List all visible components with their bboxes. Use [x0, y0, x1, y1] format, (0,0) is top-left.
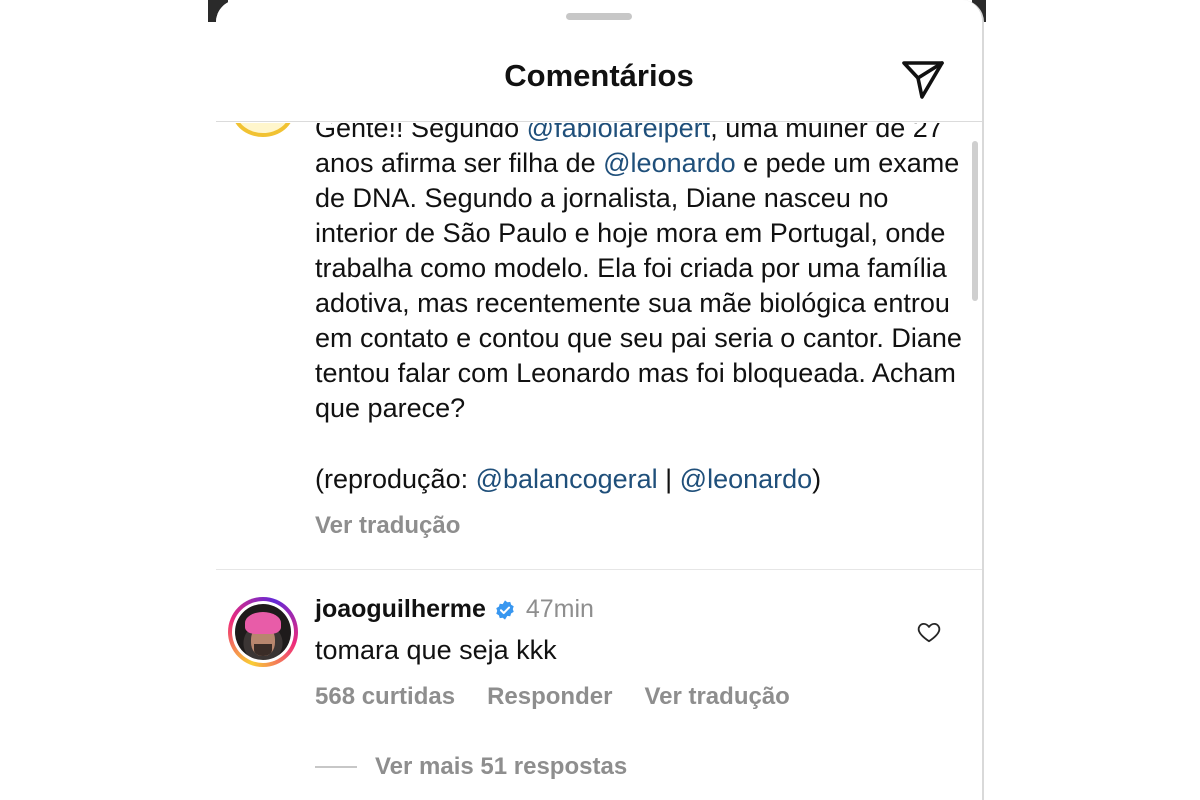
caption-text-start: Gente!! Segundo: [315, 123, 527, 143]
credit-suffix: ): [812, 464, 822, 494]
verified-badge-icon: [496, 599, 514, 620]
comment-username[interactable]: joaoguilherme: [315, 595, 486, 624]
credit-mention-leonardo[interactable]: @leonardo: [680, 464, 813, 494]
scrollbar-thumb[interactable]: [972, 141, 978, 301]
credit-separator: |: [657, 464, 680, 494]
divider: [216, 569, 982, 570]
comment-likes-count[interactable]: 568 curtidas: [315, 683, 455, 711]
drag-handle[interactable]: [566, 13, 632, 20]
heart-outline-icon[interactable]: [916, 619, 942, 645]
comments-sheet: Gente!! Segundo @fabiolareipert, uma mul…: [216, 0, 984, 800]
credit-prefix: (reprodução:: [315, 464, 476, 494]
comment-header: joaoguilherme 47min: [315, 595, 594, 624]
caption-author-avatar[interactable]: [232, 123, 294, 137]
comment-reply-button[interactable]: Responder: [487, 683, 612, 711]
view-more-replies-button[interactable]: Ver mais 51 respostas: [315, 753, 627, 781]
screen: Gente!! Segundo @fabiolareipert, uma mul…: [0, 0, 1200, 800]
credit-mention-balancogeral[interactable]: @balancogeral: [476, 464, 658, 494]
comment-actions: 568 curtidas Responder Ver tradução: [315, 683, 790, 711]
caption-text-body: e pede um exame de DNA. Segundo a jornal…: [315, 148, 962, 423]
comment-text: tomara que seja kkk: [315, 635, 557, 665]
commenter-avatar[interactable]: [228, 597, 298, 667]
caption-see-translation-button[interactable]: Ver tradução: [315, 512, 460, 540]
view-more-replies-label: Ver mais 51 respostas: [375, 753, 628, 780]
caption-mention-fabiolareipert[interactable]: @fabiolareipert: [527, 123, 711, 143]
comments-scroll-area[interactable]: Gente!! Segundo @fabiolareipert, uma mul…: [216, 123, 982, 800]
send-icon[interactable]: [900, 56, 946, 102]
comment-timestamp: 47min: [525, 595, 594, 623]
page-title: Comentários: [504, 58, 694, 93]
comment-see-translation-button[interactable]: Ver tradução: [644, 683, 789, 711]
caption-credit: (reprodução: @balancogeral | @leonardo): [315, 462, 965, 497]
replies-line-divider: [315, 766, 357, 768]
avatar-photo: [235, 604, 291, 660]
post-caption: Gente!! Segundo @fabiolareipert, uma mul…: [315, 123, 965, 426]
caption-mention-leonardo[interactable]: @leonardo: [603, 148, 736, 178]
sheet-header: Comentários: [216, 0, 982, 122]
